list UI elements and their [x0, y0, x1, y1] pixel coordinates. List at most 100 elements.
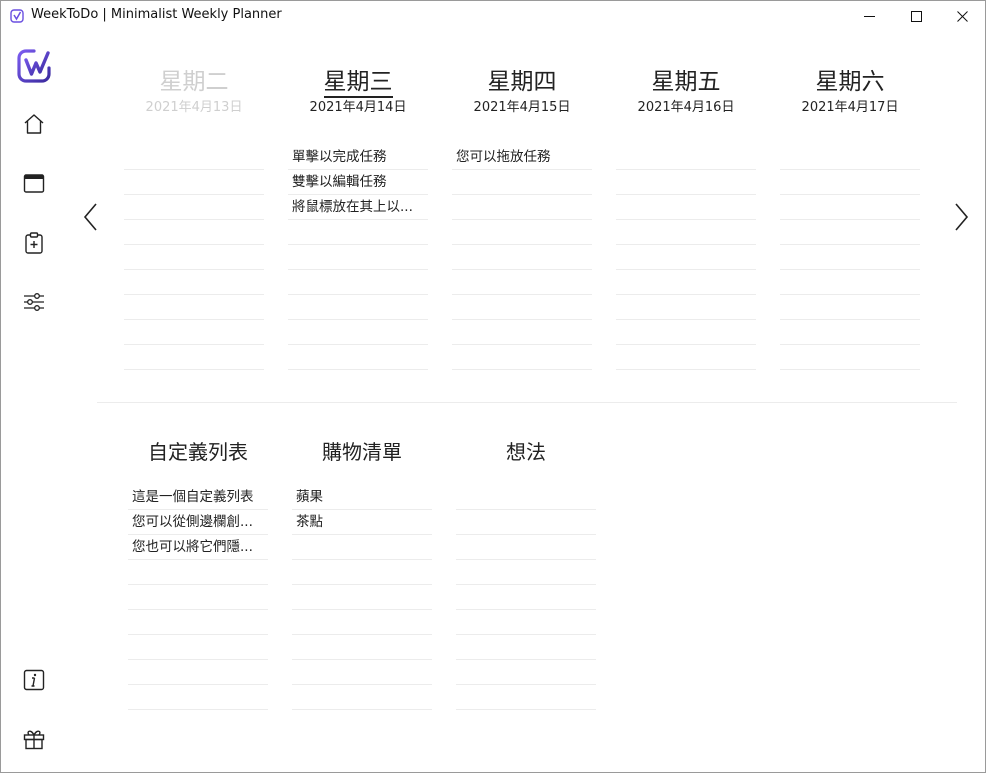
list-title[interactable]: 購物清單 — [292, 437, 432, 467]
task-row[interactable] — [292, 560, 432, 585]
task-row[interactable] — [780, 345, 920, 370]
day-name: 星期二 — [159, 69, 229, 95]
close-button[interactable] — [939, 1, 985, 32]
task-row[interactable] — [456, 660, 596, 685]
task-row[interactable] — [288, 295, 428, 320]
list-title[interactable]: 想法 — [456, 437, 596, 467]
minimize-button[interactable] — [846, 1, 892, 32]
task-row[interactable] — [124, 345, 264, 370]
task-row[interactable] — [616, 220, 756, 245]
task-row[interactable] — [128, 635, 268, 660]
task-row[interactable] — [452, 320, 592, 345]
task-row[interactable] — [124, 195, 264, 220]
task-row[interactable]: 茶點 — [292, 510, 432, 535]
task-row[interactable] — [456, 585, 596, 610]
home-icon — [24, 114, 44, 134]
previous-day-button[interactable] — [79, 199, 103, 235]
next-day-button[interactable] — [949, 199, 973, 235]
sidebar-item-settings[interactable] — [19, 287, 49, 317]
task-row[interactable] — [452, 270, 592, 295]
task-row[interactable] — [124, 145, 264, 170]
task-row[interactable] — [456, 485, 596, 510]
task-row[interactable] — [128, 685, 268, 710]
task-row[interactable] — [780, 245, 920, 270]
task-row[interactable]: 這是一個自定義列表 — [128, 485, 268, 510]
task-row[interactable] — [288, 245, 428, 270]
task-row[interactable]: 蘋果 — [292, 485, 432, 510]
task-row[interactable] — [456, 560, 596, 585]
day-name: 星期四 — [487, 69, 557, 95]
sidebar-item-calendar[interactable] — [19, 168, 49, 198]
task-row[interactable] — [452, 170, 592, 195]
task-row[interactable] — [124, 220, 264, 245]
day-date: 2021年4月13日 — [145, 100, 243, 115]
task-row[interactable] — [128, 660, 268, 685]
task-row[interactable] — [616, 345, 756, 370]
task-row[interactable] — [452, 245, 592, 270]
sidebar-item-donate[interactable] — [19, 724, 49, 754]
task-row[interactable] — [128, 610, 268, 635]
task-row[interactable]: 單擊以完成任務 — [288, 145, 428, 170]
task-row[interactable] — [616, 270, 756, 295]
task-row[interactable] — [616, 320, 756, 345]
task-row[interactable] — [780, 195, 920, 220]
task-row[interactable] — [292, 585, 432, 610]
weektodo-logo-icon[interactable] — [16, 48, 52, 84]
task-row[interactable] — [452, 195, 592, 220]
task-row[interactable] — [616, 145, 756, 170]
sidebar-item-custom-lists[interactable] — [19, 228, 49, 258]
task-row[interactable] — [288, 270, 428, 295]
task-row[interactable] — [288, 320, 428, 345]
task-row[interactable] — [292, 610, 432, 635]
task-row[interactable]: 您可以從側邊欄創... — [128, 510, 268, 535]
task-row[interactable] — [124, 295, 264, 320]
task-list — [616, 145, 756, 370]
task-row[interactable]: 您可以拖放任務 — [452, 145, 592, 170]
list-title[interactable]: 自定義列表 — [128, 437, 268, 467]
task-list: 這是一個自定義列表 您可以從側邊欄創... 您也可以將它們隱... — [128, 485, 268, 710]
ideas-list-column: 想法 — [456, 437, 596, 710]
task-row[interactable]: 雙擊以編輯任務 — [288, 170, 428, 195]
task-row[interactable]: 將鼠標放在其上以... — [288, 195, 428, 220]
task-row[interactable] — [616, 245, 756, 270]
task-row[interactable] — [452, 345, 592, 370]
task-row[interactable] — [292, 635, 432, 660]
task-row[interactable] — [292, 685, 432, 710]
task-row[interactable] — [616, 295, 756, 320]
task-row[interactable] — [780, 170, 920, 195]
task-row[interactable] — [128, 560, 268, 585]
custom-list-column: 自定義列表 這是一個自定義列表 您可以從側邊欄創... 您也可以將它們隱... — [128, 437, 268, 710]
task-row[interactable] — [128, 585, 268, 610]
task-row[interactable] — [456, 635, 596, 660]
task-row[interactable] — [616, 195, 756, 220]
task-row[interactable] — [456, 610, 596, 635]
task-row[interactable] — [780, 145, 920, 170]
task-row[interactable] — [780, 320, 920, 345]
task-row[interactable] — [456, 535, 596, 560]
task-row[interactable] — [452, 295, 592, 320]
close-icon — [956, 11, 968, 22]
clipboard-add-icon — [25, 232, 43, 254]
task-row[interactable] — [452, 220, 592, 245]
task-row[interactable] — [456, 510, 596, 535]
task-row[interactable] — [288, 220, 428, 245]
task-row[interactable]: 您也可以將它們隱... — [128, 535, 268, 560]
task-row[interactable] — [292, 660, 432, 685]
day-date: 2021年4月15日 — [473, 100, 571, 115]
sidebar-item-about[interactable] — [19, 665, 49, 695]
task-row[interactable] — [780, 220, 920, 245]
task-row[interactable] — [124, 270, 264, 295]
sidebar-item-home[interactable] — [19, 109, 49, 139]
task-row[interactable] — [292, 535, 432, 560]
minimize-icon — [863, 16, 875, 17]
task-row[interactable] — [124, 245, 264, 270]
task-list: 蘋果 茶點 — [292, 485, 432, 710]
maximize-button[interactable] — [893, 1, 939, 32]
task-row[interactable] — [124, 170, 264, 195]
task-row[interactable] — [616, 170, 756, 195]
task-row[interactable] — [780, 270, 920, 295]
task-row[interactable] — [288, 345, 428, 370]
task-row[interactable] — [456, 685, 596, 710]
task-row[interactable] — [780, 295, 920, 320]
task-row[interactable] — [124, 320, 264, 345]
